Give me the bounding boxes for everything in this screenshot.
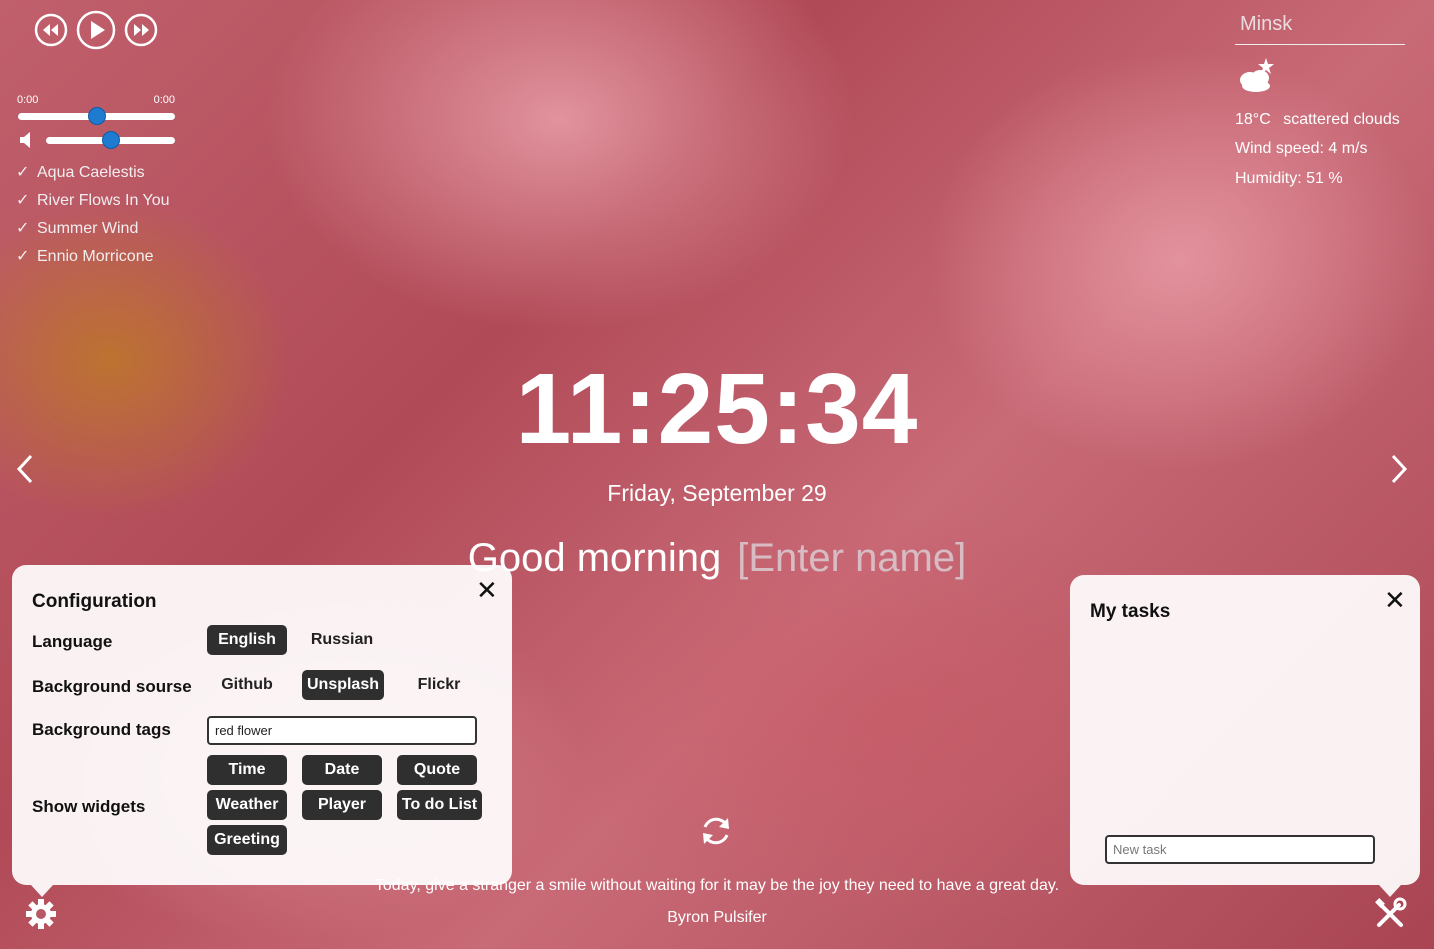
rewind-button[interactable] bbox=[34, 13, 68, 47]
weather-description: scattered clouds bbox=[1283, 111, 1400, 128]
tasks-title: My tasks bbox=[1090, 601, 1171, 622]
background-source-label: Background sourse bbox=[32, 677, 192, 696]
playlist-item[interactable]: ✓ River Flows In You bbox=[16, 187, 170, 215]
city-input[interactable]: Minsk bbox=[1235, 10, 1405, 45]
tools-button[interactable] bbox=[1373, 897, 1407, 936]
track-title: Summer Wind bbox=[37, 220, 139, 237]
configuration-panel: Configuration ✕ Language English Russian… bbox=[12, 565, 512, 897]
fast-forward-icon bbox=[124, 13, 158, 47]
source-github-button[interactable]: Github bbox=[207, 670, 287, 700]
tools-icon bbox=[1375, 897, 1407, 927]
new-task-input[interactable] bbox=[1105, 835, 1375, 864]
clock: 11:25:34 bbox=[515, 353, 919, 465]
widget-greeting-toggle[interactable]: Greeting bbox=[207, 825, 287, 855]
checkmark-icon: ✓ bbox=[16, 192, 30, 209]
playlist-item[interactable]: ✓ Aqua Caelestis bbox=[16, 159, 170, 187]
checkmark-icon: ✓ bbox=[16, 220, 30, 237]
playlist-item[interactable]: ✓ Ennio Morricone bbox=[16, 243, 170, 271]
checkmark-icon: ✓ bbox=[16, 164, 30, 181]
playlist: ✓ Aqua Caelestis ✓ River Flows In You ✓ Sum… bbox=[16, 159, 170, 271]
source-unsplash-button[interactable]: Unsplash bbox=[302, 670, 384, 700]
widget-date-toggle[interactable]: Date bbox=[302, 755, 382, 785]
player-controls bbox=[34, 10, 158, 50]
playlist-item[interactable]: ✓ Summer Wind bbox=[16, 215, 170, 243]
name-input[interactable]: [Enter name] bbox=[737, 536, 966, 580]
wind-speed: Wind speed: 4 m/s bbox=[1235, 140, 1368, 157]
tasks-panel: My tasks ✕ bbox=[1070, 575, 1420, 897]
background-tags-label: Background tags bbox=[32, 720, 171, 739]
widget-weather-toggle[interactable]: Weather bbox=[207, 790, 287, 820]
source-flickr-button[interactable]: Flickr bbox=[399, 670, 479, 700]
show-widgets-label: Show widgets bbox=[32, 797, 146, 816]
weather-summary: 18°C scattered clouds bbox=[1235, 111, 1400, 129]
widget-todo-toggle[interactable]: To do List bbox=[397, 790, 482, 820]
widget-time-toggle[interactable]: Time bbox=[207, 755, 287, 785]
close-tasks-button[interactable]: ✕ bbox=[1384, 587, 1406, 613]
partly-cloudy-icon bbox=[1236, 56, 1278, 99]
progress-slider-knob[interactable] bbox=[88, 107, 106, 125]
language-russian-button[interactable]: Russian bbox=[302, 625, 382, 655]
duration: 0:00 bbox=[153, 94, 175, 106]
current-time: 0:00 bbox=[17, 94, 39, 106]
fast-forward-button[interactable] bbox=[124, 13, 158, 47]
close-config-button[interactable]: ✕ bbox=[476, 577, 498, 603]
temperature: 18°C bbox=[1235, 111, 1271, 128]
track-title: Ennio Morricone bbox=[37, 248, 154, 265]
refresh-icon bbox=[703, 817, 729, 845]
quote-text: Today, give a stranger a smile without w… bbox=[374, 877, 1060, 894]
widget-quote-toggle[interactable]: Quote bbox=[397, 755, 477, 785]
date: Friday, September 29 bbox=[607, 480, 827, 506]
config-title: Configuration bbox=[32, 591, 157, 612]
humidity: Humidity: 51 % bbox=[1235, 170, 1343, 187]
progress-slider[interactable] bbox=[18, 107, 175, 125]
checkmark-icon: ✓ bbox=[16, 248, 30, 265]
close-icon: ✕ bbox=[476, 575, 498, 605]
play-icon bbox=[76, 10, 116, 50]
volume-icon bbox=[20, 132, 30, 148]
track-title: Aqua Caelestis bbox=[37, 164, 145, 181]
settings-button[interactable] bbox=[24, 897, 58, 936]
widget-player-toggle[interactable]: Player bbox=[302, 790, 382, 820]
time-readout: 0:00 0:00 bbox=[17, 94, 175, 106]
track-title: River Flows In You bbox=[37, 192, 170, 209]
background-tags-input[interactable] bbox=[207, 716, 477, 745]
rewind-icon bbox=[34, 13, 68, 47]
play-button[interactable] bbox=[76, 10, 116, 50]
language-english-button[interactable]: English bbox=[207, 625, 287, 655]
gear-icon bbox=[26, 899, 56, 929]
refresh-quote-button[interactable] bbox=[697, 812, 735, 855]
quote-author: Byron Pulsifer bbox=[667, 909, 767, 926]
language-label: Language bbox=[32, 632, 113, 651]
volume-slider-knob[interactable] bbox=[102, 131, 120, 149]
volume-button[interactable] bbox=[18, 131, 36, 154]
volume-slider[interactable] bbox=[46, 131, 175, 149]
close-icon: ✕ bbox=[1384, 585, 1406, 615]
